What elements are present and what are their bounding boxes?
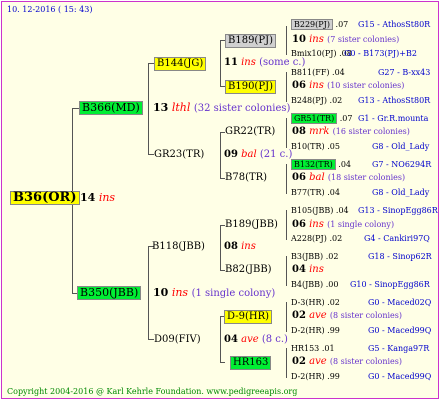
gen4-row-16: D-2(HR) .99 — [291, 372, 340, 381]
tree-line — [220, 132, 221, 178]
gen3-queen-7[interactable]: D-9(HR) — [224, 310, 272, 324]
gen4-ancestry-7: G7 - NO6294R — [372, 160, 432, 169]
gen4-row-13: D-3(HR) .02 — [291, 298, 340, 307]
gen3-queen-1[interactable]: B189(PJ) — [225, 34, 276, 48]
tree-line — [220, 225, 221, 270]
gen4-ancestry-3: G27 - B-xx43 — [378, 68, 431, 77]
gen4-row-6: B10(TR) .05 — [291, 142, 340, 151]
gen4-row-11: B3(JBB) .02 — [291, 252, 339, 261]
gen4-ancestry-11: G18 - Sinop62R — [368, 252, 432, 261]
tree-line — [220, 316, 221, 362]
gen3-info-5: 06 ins (1 single colony) — [292, 219, 395, 230]
root-sister: ins — [98, 191, 116, 204]
tree-line — [286, 72, 287, 102]
gen3-info-8: 02 ave (8 sister colonies) — [292, 356, 403, 367]
tree-line — [286, 210, 287, 240]
tree-line — [148, 63, 149, 155]
gen3-queen-8[interactable]: HR163 — [230, 356, 272, 370]
tree-line — [286, 348, 287, 378]
gen1-info-2: 10 ins (1 single colony) — [153, 286, 276, 300]
gen4-row-3: B811(FF) .04 — [291, 68, 345, 77]
gen4-row-15: HR153 .01 — [291, 344, 335, 353]
gen4-ancestry-1: G15 - AthosSt80R — [358, 20, 431, 29]
gen2-queen-1[interactable]: B144(JG) — [154, 57, 207, 71]
gen3-info-6: 04 ins — [292, 264, 324, 275]
gen4-ancestry-2: G0 - B173(PJ)+B2 — [344, 49, 417, 58]
gen4-ancestry-12: G10 - SinopEgg86R — [350, 280, 430, 289]
gen4-ancestry-4: G13 - AthosSt80R — [358, 96, 431, 105]
gen4-ancestry-15: G5 - Kanga97R — [368, 344, 430, 353]
copyright-footer: Copyright 2004-2016 @ Karl Kehrle Founda… — [7, 387, 298, 396]
gen3-info-1: 10 ins (7 sister colonies) — [292, 34, 400, 45]
timestamp: 10. 12-2016 ( 15: 43) — [7, 5, 93, 14]
gen4-row-14: D-2(HR) .99 — [291, 326, 340, 335]
gen4-ancestry-16: G0 - Maced99Q — [368, 372, 432, 381]
gen4-ancestry-8: G8 - Old_Lady — [372, 188, 430, 197]
pedigree-frame: 10. 12-2016 ( 15: 43) B36(OR) 14 ins B36… — [1, 1, 439, 399]
gen4-ancestry-10: G4 - Cankiri97Q — [364, 234, 430, 243]
tree-line — [286, 118, 287, 148]
gen3-queen-2[interactable]: B190(PJ) — [225, 80, 276, 94]
root-year: 14 — [80, 191, 96, 204]
gen1-queen-1[interactable]: B366(MD) — [79, 101, 143, 115]
gen4-row-7: B132(TR) .04 — [291, 159, 351, 171]
gen4-row-2: Bmix10(PJ) .08 — [291, 49, 352, 58]
tree-line — [286, 26, 287, 55]
gen3-queen-6[interactable]: B82(JBB) — [225, 264, 272, 276]
gen4-ancestry-5: G1 - Gr.R.mounta — [358, 114, 429, 123]
gen3-info-3: 08 mrk (16 sister colonies) — [292, 126, 410, 137]
gen4-row-10: A228(PJ) .02 — [291, 234, 343, 243]
tree-line — [220, 40, 221, 86]
root-queen[interactable]: B36(OR) — [10, 191, 80, 205]
gen3-info-7: 02 ave (8 sister colonies) — [292, 310, 403, 321]
tree-line — [286, 256, 287, 286]
root-info: 14 ins — [80, 192, 115, 204]
tree-line — [220, 362, 225, 363]
gen4-row-12: B4(JBB) .00 — [291, 280, 339, 289]
gen2-info-3: 08 ins — [224, 241, 256, 252]
gen4-ancestry-9: G13 - SinopEgg86R — [358, 206, 438, 215]
tree-line — [286, 164, 287, 194]
gen3-info-4: 06 bal (18 sister colonies) — [292, 172, 406, 183]
tree-line — [286, 302, 287, 332]
gen3-queen-5[interactable]: B189(JBB) — [225, 219, 278, 231]
gen3-queen-3[interactable]: GR22(TR) — [225, 126, 275, 138]
gen1-queen-2[interactable]: B350(JBB) — [77, 286, 142, 300]
gen2-queen-2[interactable]: GR23(TR) — [154, 149, 204, 161]
gen4-ancestry-14: G0 - Maced99Q — [368, 326, 432, 335]
gen4-ancestry-13: G0 - Maced02Q — [368, 298, 432, 307]
gen1-info-1: 13 lthl (32 sister colonies) — [153, 101, 291, 115]
gen3-queen-4[interactable]: B78(TR) — [225, 172, 267, 184]
gen2-info-4: 04 ave (8 c.) — [224, 334, 288, 345]
gen4-row-5: GR51(TR) .07 — [291, 113, 352, 125]
gen2-info-2: 09 bal (21 c.) — [224, 149, 293, 160]
gen2-queen-3[interactable]: B118(JBB) — [152, 241, 205, 253]
gen4-row-4: B248(PJ) .02 — [291, 96, 343, 105]
gen4-row-1: B229(PJ) .07 — [291, 19, 348, 31]
gen4-row-9: B105(JBB) .04 — [291, 206, 349, 215]
gen3-info-2: 06 ins (10 sister colonies) — [292, 80, 405, 91]
gen4-row-8: B77(TR) .04 — [291, 188, 340, 197]
tree-line — [148, 246, 149, 340]
gen4-ancestry-6: G8 - Old_Lady — [372, 142, 430, 151]
gen2-queen-4[interactable]: D09(FIV) — [154, 334, 201, 346]
